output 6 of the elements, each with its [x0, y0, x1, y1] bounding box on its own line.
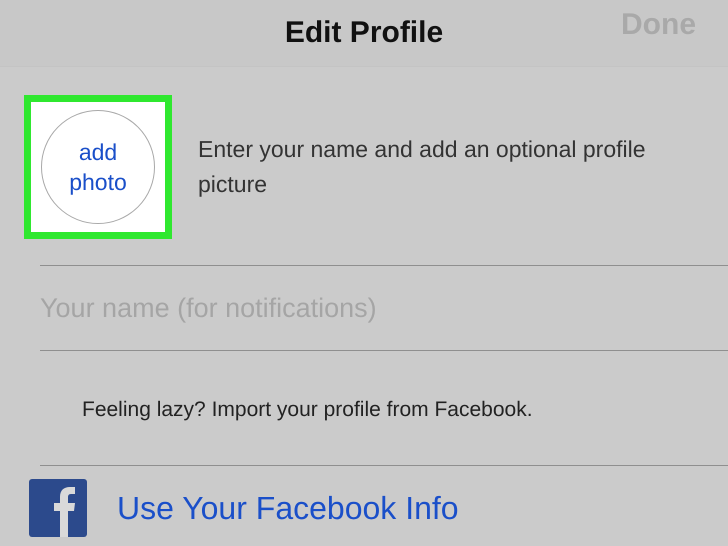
screen-title: Edit Profile — [284, 16, 444, 50]
add-photo-button[interactable]: add photo — [24, 95, 172, 239]
facebook-info-link[interactable]: Use Your Facebook Info — [117, 490, 459, 526]
import-hint: Feeling lazy? Import your profile from Facebook. — [82, 398, 534, 422]
profile-hint: Enter your name and add an optional profile picture — [198, 135, 647, 199]
facebook-icon[interactable] — [29, 479, 87, 537]
